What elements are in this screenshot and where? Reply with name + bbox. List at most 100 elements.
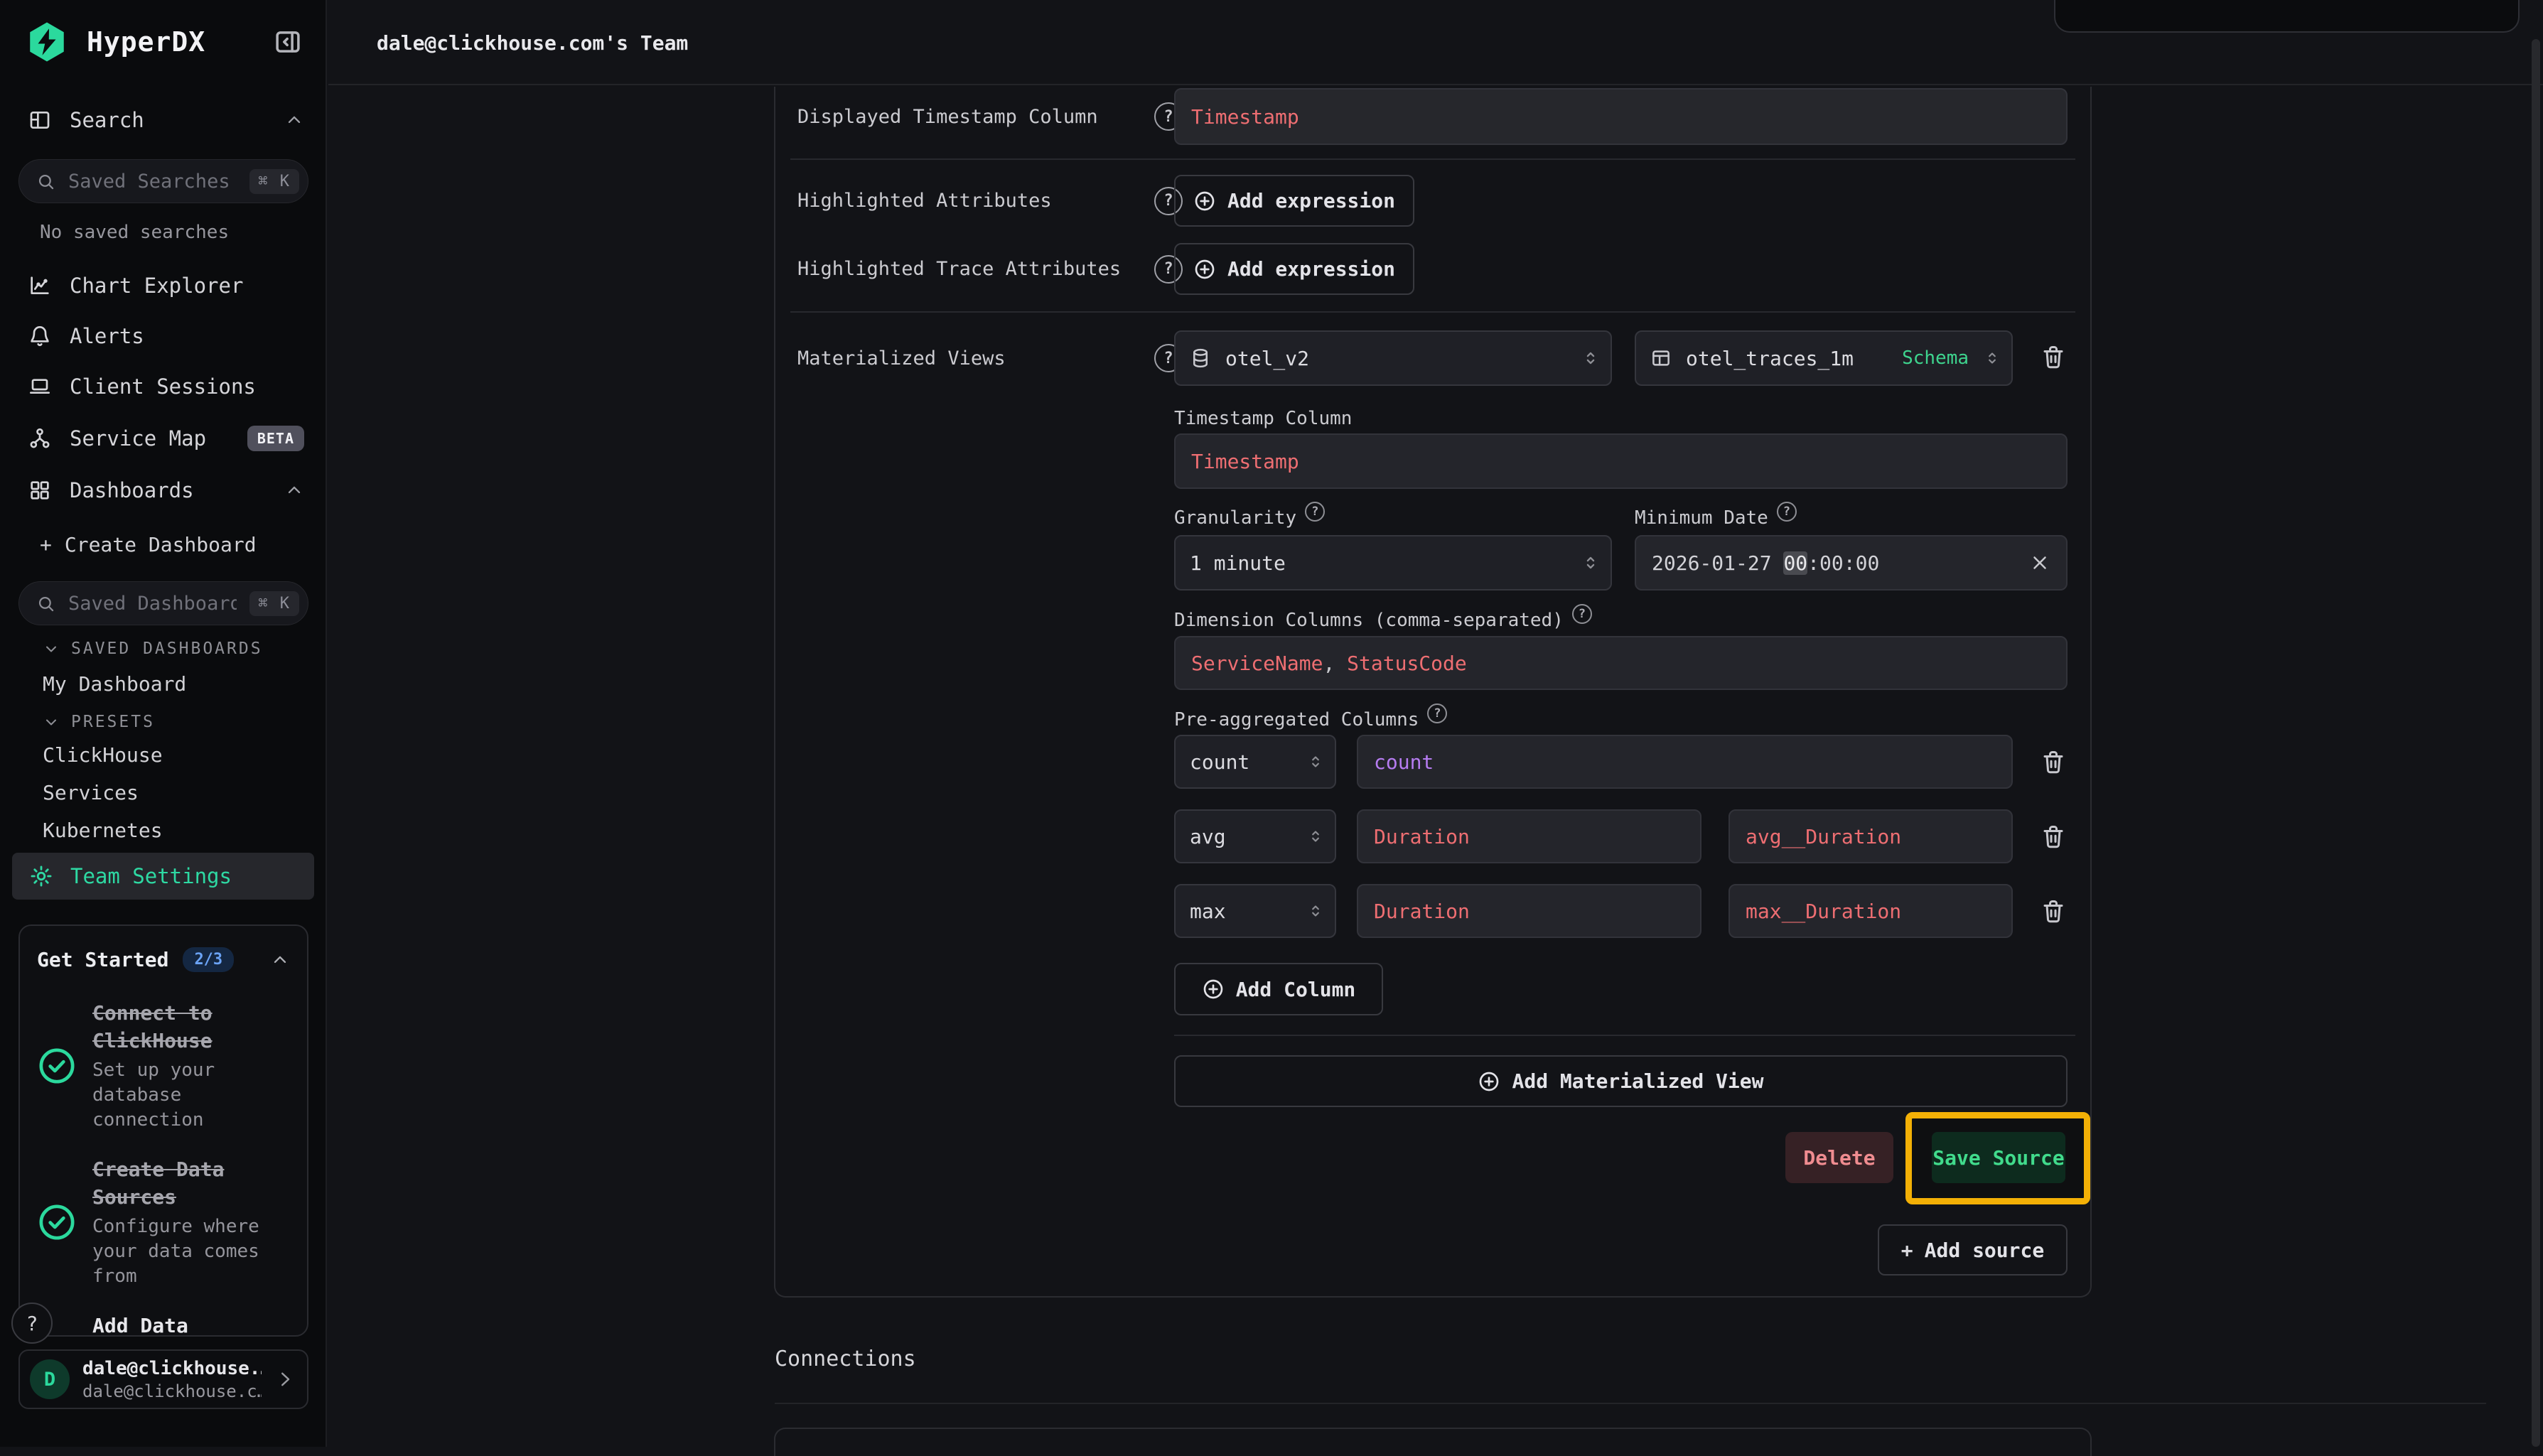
select-value: avg <box>1190 825 1226 848</box>
sidebar-item-alerts[interactable]: Alerts <box>28 320 304 352</box>
sidebar-item-clickhouse[interactable]: ClickHouse <box>43 743 163 767</box>
add-materialized-view-button[interactable]: Add Materialized View <box>1174 1055 2068 1107</box>
help-circle-icon[interactable]: ? <box>1305 502 1325 522</box>
table-select[interactable]: otel_traces_1m Schema <box>1635 330 2013 386</box>
gear-icon <box>29 864 53 888</box>
timestamp-column-label: Timestamp Column <box>1174 408 1352 429</box>
help-circle-icon[interactable]: ? <box>1572 604 1592 624</box>
hyperdx-logo-icon <box>26 21 68 63</box>
shortcut-badge: ⌘ K <box>249 169 299 194</box>
button-label: Add Materialized View <box>1512 1069 1763 1093</box>
service-map-icon <box>28 427 51 450</box>
add-column-button[interactable]: Add Column <box>1174 963 1383 1015</box>
chevrons-updown-icon <box>1581 553 1601 573</box>
saved-dashboards-input[interactable]: Saved Dashboards ⌘ K <box>18 581 308 625</box>
granularity-label: Granularity ? <box>1174 507 1325 529</box>
displayed-timestamp-input[interactable]: Timestamp <box>1174 88 2068 145</box>
table-icon <box>1650 347 1672 369</box>
aggregate-fn-select[interactable]: count <box>1174 735 1336 789</box>
help-circle-icon[interactable]: ? <box>1777 502 1797 522</box>
saved-searches-input[interactable]: Saved Searches ⌘ K <box>18 159 308 203</box>
saved-dashboards-section-header[interactable]: SAVED DASHBOARDS <box>43 640 263 658</box>
delete-column-icon[interactable] <box>2041 898 2066 924</box>
divider <box>790 158 2075 160</box>
chart-explorer-icon <box>28 274 51 297</box>
materialized-views-row-label: Materialized Views ? <box>797 330 1183 386</box>
sidebar-item-chart-explorer[interactable]: Chart Explorer <box>28 269 304 302</box>
displayed-timestamp-row-label: Displayed Timestamp Column ? <box>797 87 1183 146</box>
timestamp-column-input[interactable]: Timestamp <box>1174 433 2068 489</box>
add-source-button[interactable]: + Add source <box>1878 1224 2068 1276</box>
aggregate-expression-input[interactable]: count <box>1357 735 2013 789</box>
connections-heading: Connections <box>775 1347 916 1371</box>
chevron-down-icon <box>43 640 60 657</box>
delete-materialized-view-icon[interactable] <box>2041 344 2066 370</box>
delete-column-icon[interactable] <box>2041 824 2066 849</box>
step-text: Create Data Sources Configure where your… <box>92 1155 290 1289</box>
add-expression-button[interactable]: Add expression <box>1174 243 1414 295</box>
scrollbar[interactable] <box>2532 39 2540 1447</box>
sidebar-item-label: Chart Explorer <box>70 274 243 298</box>
aggregate-fn-select[interactable]: avg <box>1174 809 1336 863</box>
sidebar-item-my-dashboard[interactable]: My Dashboard <box>43 672 186 696</box>
select-value: otel_v2 <box>1225 347 1309 370</box>
plus-icon: + <box>1901 1239 1913 1262</box>
aggregate-alias-input[interactable]: max__Duration <box>1729 884 2013 938</box>
avatar: D <box>30 1359 70 1399</box>
input-value: Duration <box>1374 825 1470 848</box>
search-icon <box>36 172 55 191</box>
help-circle-icon[interactable]: ? <box>1427 703 1447 723</box>
schema-link[interactable]: Schema <box>1902 347 1969 369</box>
delete-column-icon[interactable] <box>2041 749 2066 775</box>
divider <box>790 311 2075 313</box>
app-title: HyperDX <box>87 26 254 58</box>
divider <box>775 1403 2486 1404</box>
progress-badge: 2/3 <box>183 947 234 972</box>
section-header-label: SAVED DASHBOARDS <box>71 640 263 658</box>
delete-source-button[interactable]: Delete <box>1785 1132 1893 1183</box>
save-source-button[interactable]: Save Source <box>1932 1132 2065 1183</box>
user-menu[interactable]: D dale@clickhouse.… dale@clickhouse.c… <box>18 1349 308 1409</box>
sidebar-item-service-map[interactable]: Service Map BETA <box>28 422 304 455</box>
button-label: Add expression <box>1227 189 1395 212</box>
dimension-columns-input[interactable]: ServiceName, StatusCode <box>1174 636 2068 690</box>
step-text: Add Data Start sending logs, metrics, or… <box>92 1312 250 1337</box>
plus-circle-icon <box>1193 258 1216 281</box>
sidebar-item-team-settings[interactable]: Team Settings <box>12 853 314 900</box>
database-icon <box>1190 347 1211 369</box>
sidebar-item-client-sessions[interactable]: Client Sessions <box>28 370 304 403</box>
sidebar-item-label: Dashboards <box>70 478 194 502</box>
aggregate-alias-input[interactable]: avg__Duration <box>1729 809 2013 863</box>
select-value: otel_traces_1m <box>1686 347 1854 370</box>
field-label: Displayed Timestamp Column <box>797 106 1098 128</box>
minimum-date-label: Minimum Date ? <box>1635 507 1797 529</box>
sidebar-item-kubernetes[interactable]: Kubernetes <box>43 819 163 842</box>
clear-date-icon[interactable] <box>2029 552 2050 573</box>
create-dashboard-button[interactable]: + Create Dashboard <box>40 533 257 556</box>
input-value: ServiceName <box>1191 652 1323 675</box>
add-expression-button[interactable]: Add expression <box>1174 175 1414 227</box>
chevron-up-icon <box>270 950 290 970</box>
dimension-columns-label: Dimension Columns (comma-separated) ? <box>1174 610 1592 631</box>
dashboards-icon <box>28 479 51 502</box>
get-started-header[interactable]: Get Started 2/3 <box>37 947 290 972</box>
get-started-step-sources[interactable]: Create Data Sources Configure where your… <box>37 1155 290 1289</box>
sidebar-item-services[interactable]: Services <box>43 781 139 804</box>
granularity-select[interactable]: 1 minute <box>1174 535 1612 591</box>
database-select[interactable]: otel_v2 <box>1174 330 1612 386</box>
field-label: Dimension Columns (comma-separated) <box>1174 610 1564 631</box>
minimum-date-input[interactable]: 2026-01-27 00:00:00 <box>1635 535 2068 591</box>
get-started-step-add-data[interactable]: 3 Add Data Start sending logs, metrics, … <box>37 1312 290 1337</box>
aggregate-expression-input[interactable]: Duration <box>1357 809 1701 863</box>
help-button[interactable]: ? <box>11 1303 53 1344</box>
input-value: count <box>1374 750 1434 774</box>
aggregate-expression-input[interactable]: Duration <box>1357 884 1701 938</box>
aggregate-fn-select[interactable]: max <box>1174 884 1336 938</box>
chevrons-updown-icon <box>1306 902 1325 920</box>
button-label: Add Column <box>1236 978 1356 1001</box>
sidebar-item-search[interactable]: Search <box>28 104 304 136</box>
presets-section-header[interactable]: PRESETS <box>43 713 155 731</box>
sidebar-item-dashboards[interactable]: Dashboards <box>28 474 304 507</box>
get-started-step-connect[interactable]: Connect to ClickHouse Set up your databa… <box>37 999 290 1133</box>
sidebar-collapse-button[interactable] <box>273 27 303 57</box>
